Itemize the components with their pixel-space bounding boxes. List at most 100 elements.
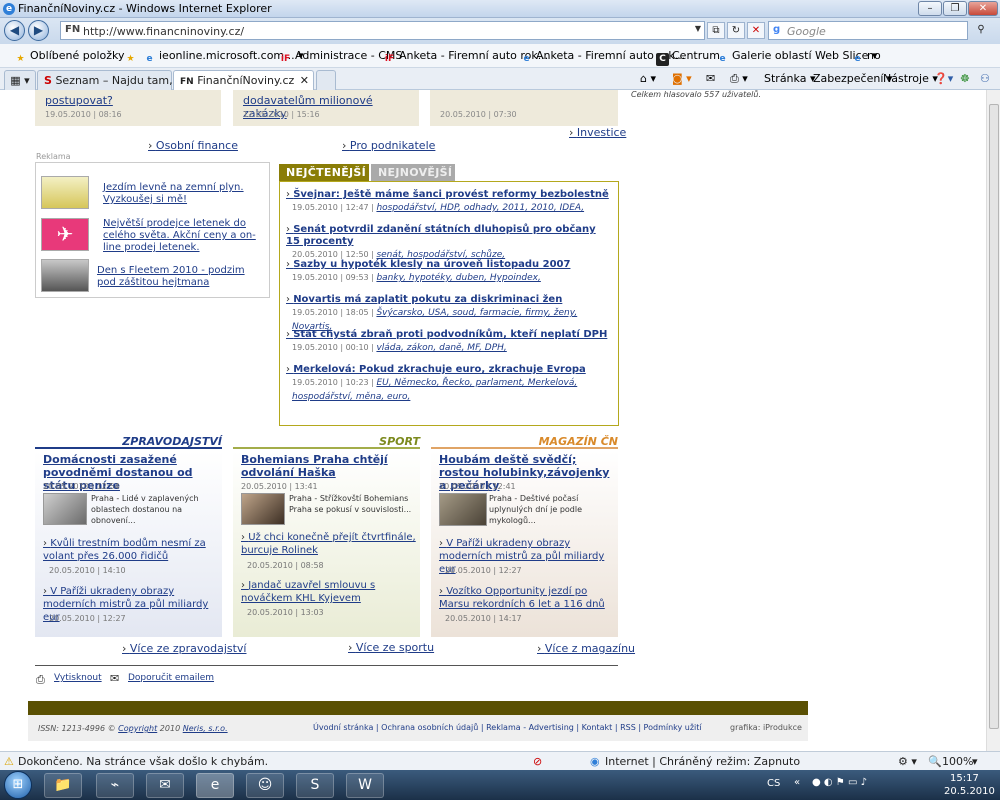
forward-button[interactable]: ▶ bbox=[28, 20, 49, 41]
article-date: 19.05.2010 | 08:16 bbox=[45, 110, 122, 119]
messenger-icon[interactable]: ☺ bbox=[246, 773, 284, 798]
stop-icon[interactable]: ✕ bbox=[747, 22, 765, 39]
feeds-icon[interactable]: ◙ ▾ bbox=[672, 72, 692, 85]
back-button[interactable]: ◀ bbox=[4, 20, 25, 41]
close-tab-icon[interactable]: ✕ bbox=[300, 74, 309, 87]
address-field[interactable]: FN http://www.financninoviny.cz/ ▼ bbox=[60, 21, 705, 40]
more-sport-link[interactable]: Více ze sportu bbox=[348, 641, 434, 654]
page-menu[interactable]: Stránka ▾ bbox=[764, 72, 815, 85]
tab-seznam[interactable]: S Seznam – Najdu tam, co n... bbox=[37, 70, 210, 90]
news-tags[interactable]: banky, hypotéky, duben, Hypoindex, bbox=[376, 273, 540, 283]
more-magazine-link[interactable]: Více z magazínu bbox=[537, 642, 635, 655]
footer: ISSN: 1213-4996 © Copyright 2010 Neris, … bbox=[28, 715, 808, 741]
mushroom-photo[interactable] bbox=[439, 493, 487, 526]
article-link[interactable]: Kvůli trestním bodům nesmí za volant pře… bbox=[43, 537, 218, 563]
address-dropdown-icon[interactable]: ▼ bbox=[695, 24, 701, 33]
clock-date[interactable]: 20.5.2010 bbox=[944, 786, 995, 797]
more-news-link[interactable]: Více ze zpravodajství bbox=[122, 642, 247, 655]
protected-mode-icon[interactable]: ⚙ ▾ bbox=[898, 755, 917, 768]
security-zone[interactable]: Internet | Chráněný režim: Zapnuto bbox=[605, 755, 800, 768]
ad-link[interactable]: Největší prodejce letenek do celého svět… bbox=[103, 218, 263, 254]
close-window-button[interactable]: ✕ bbox=[968, 1, 998, 16]
footer-links[interactable]: Úvodní stránka | Ochrana osobních údajů … bbox=[313, 723, 702, 732]
popup-icon[interactable]: ⊘ bbox=[533, 755, 542, 768]
fav-link-no[interactable]: e no bbox=[851, 49, 880, 66]
search-icon[interactable]: ⚲ bbox=[972, 22, 990, 39]
lead-article-link[interactable]: Bohemians Praha chtějí odvolání Haška bbox=[241, 453, 416, 479]
news-tags[interactable]: EU, Německo, Řecko, parlament, Merkelová… bbox=[376, 378, 577, 388]
new-tab-button[interactable] bbox=[316, 70, 336, 90]
tray-icons[interactable]: ● ◐ ⚑ ▭ ♪ bbox=[812, 777, 867, 788]
print-link[interactable]: Vytisknout bbox=[54, 673, 102, 683]
folder-icon[interactable]: 📁 bbox=[44, 773, 82, 798]
usb-icon[interactable]: ⌁ bbox=[96, 773, 134, 798]
address-url[interactable]: http://www.financninoviny.cz/ bbox=[83, 25, 244, 38]
outlook-icon[interactable]: ✉ bbox=[146, 773, 184, 798]
minimize-button[interactable]: – bbox=[918, 1, 942, 16]
warning-icon[interactable]: ⚠ bbox=[4, 755, 14, 768]
article-link[interactable]: postupovat? bbox=[45, 94, 113, 107]
more-business-link[interactable]: Pro podnikatele bbox=[342, 139, 436, 152]
news-headline-link[interactable]: Merkelová: Pokud zkrachuje euro, zkrachu… bbox=[286, 364, 611, 376]
mail-icon[interactable]: ✉ bbox=[706, 72, 715, 85]
article-link[interactable]: Vozítko Opportunity jezdí po Marsu rekor… bbox=[439, 585, 614, 611]
news-tags[interactable]: hospodářství, HDP, odhady, 2011, 2010, I… bbox=[376, 203, 584, 213]
print-icon[interactable]: ⎙ bbox=[36, 673, 45, 687]
search-field[interactable]: g Google bbox=[768, 21, 968, 40]
clock-time[interactable]: 15:17 bbox=[950, 773, 979, 784]
favorites-button[interactable]: ★ Oblíbené položky bbox=[14, 49, 124, 66]
skype-icon[interactable]: S bbox=[296, 773, 334, 798]
company-link[interactable]: Neris, s.r.o. bbox=[183, 724, 228, 733]
article-link[interactable]: Jandač uzavřel smlouvu s nováčkem KHL Ky… bbox=[241, 579, 416, 605]
tab-bar: ▦ ▾ S Seznam – Najdu tam, co n... FN Fin… bbox=[0, 68, 1000, 90]
copyright-link[interactable]: Copyright bbox=[118, 724, 157, 733]
email-icon[interactable]: ✉ bbox=[110, 672, 119, 685]
vertical-scrollbar[interactable] bbox=[986, 90, 1000, 751]
tools-menu[interactable]: Nástroje ▾ bbox=[883, 72, 938, 85]
top-news-widget: NEJČTENĚJŠÍ NEJNOVĚJŠÍ Švejnar: Ještě má… bbox=[279, 164, 619, 426]
ad-link[interactable]: Jezdím levně na zemní plyn. Vyzkoušej si… bbox=[103, 182, 263, 206]
fav-link-centrum[interactable]: C Centrum bbox=[656, 49, 720, 66]
zoom-icon[interactable]: 🔍 bbox=[928, 755, 942, 768]
more-personal-finance-link[interactable]: Osobní finance bbox=[148, 139, 238, 152]
start-button[interactable]: ⊞ bbox=[4, 771, 32, 799]
internet-explorer-icon[interactable]: e bbox=[196, 773, 234, 798]
print-icon[interactable]: ⎙ ▾ bbox=[730, 72, 748, 86]
article-box-business: dodavatelům milionové zakázky 12.05.2010… bbox=[233, 90, 419, 126]
scrollbar-thumb[interactable] bbox=[989, 104, 999, 729]
help-icon[interactable]: ❓▾ bbox=[934, 72, 953, 85]
compatibility-icon[interactable]: ⧉ bbox=[707, 22, 725, 39]
more-invest-link[interactable]: Investice bbox=[569, 126, 626, 139]
flood-photo[interactable] bbox=[43, 493, 87, 525]
tab-financninoviny[interactable]: FN FinančníNoviny.cz ✕ bbox=[173, 70, 314, 90]
news-headline-link[interactable]: Sazby u hypoték klesly na úroveň listopa… bbox=[286, 259, 611, 271]
language-indicator[interactable]: CS bbox=[767, 778, 780, 789]
news-headline-link[interactable]: Švejnar: Ještě máme šanci provést reform… bbox=[286, 189, 611, 201]
add-favorite-icon[interactable]: ★ bbox=[124, 49, 140, 66]
zoom-dropdown-icon[interactable]: ▾ bbox=[972, 755, 978, 768]
research-icon[interactable]: ☸ bbox=[960, 72, 970, 85]
article-box-finance: postupovat? 19.05.2010 | 08:16 bbox=[35, 90, 221, 126]
word-icon[interactable]: W bbox=[346, 773, 384, 798]
article-date: 20.05.2010 | 13:41 bbox=[241, 482, 318, 491]
news-tags[interactable]: vláda, zákon, daně, MF, DPH, bbox=[376, 343, 506, 353]
person-photo[interactable] bbox=[241, 493, 285, 525]
email-link[interactable]: Doporučit emailem bbox=[128, 673, 214, 683]
news-tags[interactable]: hospodářství, měna, euro, bbox=[292, 392, 410, 402]
tray-arrow-icon[interactable]: « bbox=[794, 777, 800, 788]
tab-newest[interactable]: NEJNOVĚJŠÍ bbox=[371, 164, 455, 181]
refresh-icon[interactable]: ↻ bbox=[727, 22, 745, 39]
zoom-level[interactable]: 100% bbox=[942, 755, 973, 768]
article-link[interactable]: Už chci konečně přejít čtvrtfinále, burc… bbox=[241, 531, 416, 557]
messenger-icon[interactable]: ⚇ bbox=[980, 72, 990, 85]
home-icon[interactable]: ⌂ ▾ bbox=[640, 72, 656, 85]
news-headline-link[interactable]: Novartis má zaplatit pokutu za diskrimin… bbox=[286, 294, 611, 306]
ad-link[interactable]: Den s Fleetem 2010 - podzim pod záštitou… bbox=[97, 265, 257, 289]
list-item: Sazby u hypoték klesly na úroveň listopa… bbox=[286, 259, 611, 285]
maximize-button[interactable]: ❐ bbox=[943, 1, 967, 16]
news-headline-link[interactable]: Stát chystá zbraň proti podvodníkům, kte… bbox=[286, 329, 611, 341]
tab-most-read[interactable]: NEJČTENĚJŠÍ bbox=[279, 164, 369, 181]
safety-menu[interactable]: Zabezpečení ▾ bbox=[813, 72, 892, 85]
news-headline-link[interactable]: Senát potvrdil zdanění státních dluhopis… bbox=[286, 224, 611, 248]
quick-tabs-button[interactable]: ▦ ▾ bbox=[4, 70, 36, 90]
